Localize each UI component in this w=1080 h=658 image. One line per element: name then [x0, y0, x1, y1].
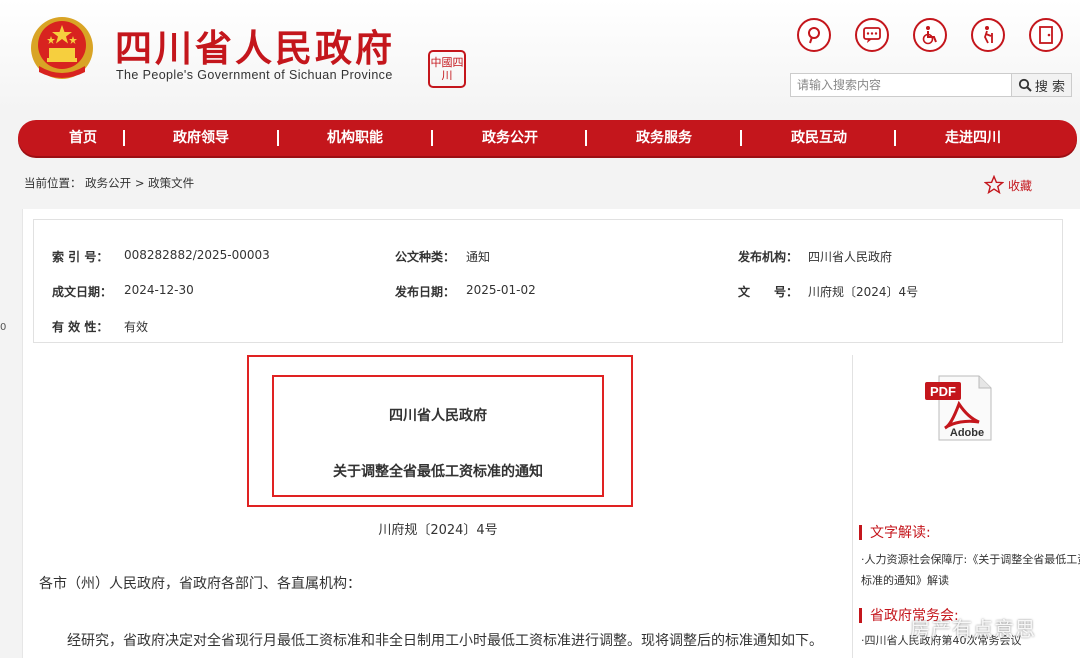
interpretation-link[interactable]: ·人力资源社会保障厅:《关于调整全省最低工资标准的通知》解读: [861, 549, 1080, 591]
wheelchair-icon[interactable]: [913, 18, 947, 52]
breadcrumb-separator: >: [134, 176, 145, 190]
nav-separator: [431, 130, 433, 146]
nav-item-home[interactable]: 首页: [28, 120, 138, 156]
document-salutation: 各市（州）人民政府，省政府各部门、各直属机构：: [39, 576, 361, 592]
document-title: 关于调整全省最低工资标准的通知: [333, 464, 543, 480]
site-header: 四川省人民政府 The People's Government of Sichu…: [0, 0, 1080, 110]
meta-type-value: 通知: [466, 250, 491, 264]
meta-published-label: 发布日期：: [395, 285, 456, 299]
favorite-label: 收藏: [1008, 178, 1033, 193]
chat-icon[interactable]: [855, 18, 889, 52]
site-title: 四川省人民政府: [115, 26, 395, 70]
nav-separator: [277, 130, 279, 146]
meta-org-label: 发布机构：: [738, 250, 799, 264]
search-button-label: 搜 索: [1034, 79, 1066, 95]
watermark: 房产有点意思: [910, 617, 1036, 641]
pdf-badge-label: PDF: [930, 384, 956, 399]
favorite-button[interactable]: 收藏: [984, 175, 1032, 195]
meta-created-value: 2024-12-30: [124, 283, 194, 297]
interpretation-heading: 文字解读:: [859, 522, 931, 542]
nav-item-disclosure[interactable]: 政务公开: [455, 120, 565, 156]
heading-bar: [859, 607, 862, 623]
meta-index-value: 008282882/2025-00003: [124, 248, 270, 262]
document-meta-table: 索 引 号： 008282882/2025-00003 公文种类： 通知 发布机…: [33, 219, 1063, 343]
pdf-download-icon[interactable]: PDF Adobe: [923, 372, 995, 444]
nav-separator: [585, 130, 587, 146]
national-emblem-icon: [31, 17, 93, 79]
breadcrumb: 当前位置： 政务公开 > 政策文件: [24, 175, 194, 191]
breadcrumb-item-policy[interactable]: 政策文件: [148, 176, 194, 190]
nav-item-sichuan[interactable]: 走进四川: [918, 120, 1028, 156]
heading-bar: [859, 524, 862, 540]
meta-published-value: 2025-01-02: [466, 283, 536, 297]
star-icon: [984, 175, 1004, 195]
nav-separator: [740, 130, 742, 146]
nav-item-functions[interactable]: 机构职能: [300, 120, 410, 156]
edge-mark: 0: [0, 322, 7, 333]
elderly-icon[interactable]: [971, 18, 1005, 52]
search-input[interactable]: 请输入搜索内容: [790, 73, 1012, 97]
breadcrumb-item-disclosure[interactable]: 政务公开: [85, 176, 131, 190]
meta-valid-value: 有效: [124, 320, 149, 334]
adobe-label: Adobe: [950, 427, 984, 439]
interpretation-heading-text: 文字解读:: [870, 525, 931, 541]
exit-icon[interactable]: [1029, 18, 1063, 52]
nav-item-leaders[interactable]: 政府领导: [146, 120, 256, 156]
meta-index-label: 索 引 号：: [52, 250, 109, 264]
document-number: 川府规〔2024〕4号: [378, 523, 498, 538]
nav-item-services[interactable]: 政务服务: [609, 120, 719, 156]
search-icon: [1018, 78, 1032, 92]
seal-logo: 中國四川: [428, 50, 466, 88]
sidebar-divider: [852, 355, 853, 658]
site-subtitle: The People's Government of Sichuan Provi…: [116, 68, 393, 82]
document-body-paragraph: 经研究，省政府决定对全省现行月最低工资标准和非全日制用工小时最低工资标准进行调整…: [67, 633, 823, 649]
breadcrumb-prefix: 当前位置：: [24, 176, 82, 190]
nav-item-interaction[interactable]: 政民互动: [764, 120, 874, 156]
main-nav: 首页 政府领导 机构职能 政务公开 政务服务 政民互动 走进四川: [18, 120, 1077, 156]
meta-valid-label: 有 效 性：: [52, 320, 109, 334]
meta-org-value: 四川省人民政府: [808, 250, 893, 264]
nav-separator: [123, 130, 125, 146]
meta-created-label: 成文日期：: [52, 285, 113, 299]
content-area: 索 引 号： 008282882/2025-00003 公文种类： 通知 发布机…: [22, 209, 1080, 658]
document-issuer: 四川省人民政府: [389, 408, 487, 424]
meta-docno-label: 文 号：: [738, 285, 799, 299]
nav-separator: [894, 130, 896, 146]
meta-type-label: 公文种类：: [395, 250, 456, 264]
pin-icon[interactable]: [797, 18, 831, 52]
meta-docno-value: 川府规〔2024〕4号: [808, 285, 919, 299]
search-button[interactable]: 搜 索: [1012, 73, 1072, 97]
